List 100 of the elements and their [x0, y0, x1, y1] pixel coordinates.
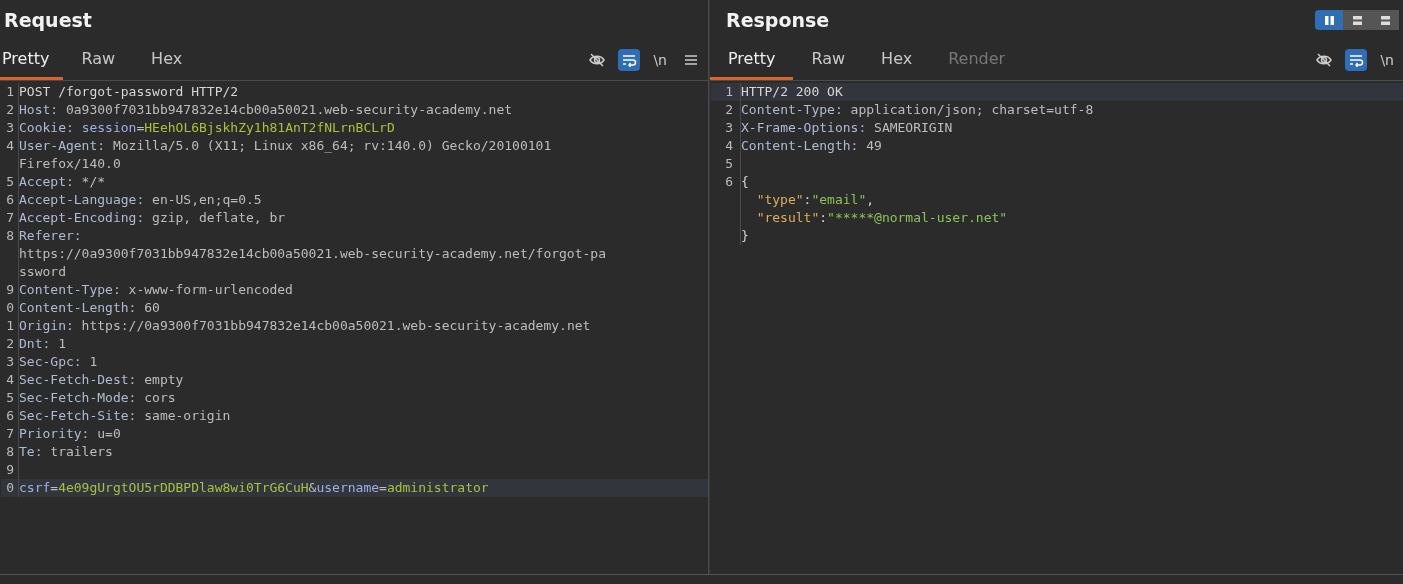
json-key: "type"	[756, 191, 804, 209]
line-number: 6	[6, 408, 14, 423]
panel-title: Response	[725, 9, 830, 31]
header-value: 1	[57, 335, 66, 353]
header-name: Accept:	[19, 173, 74, 191]
view-tab[interactable]: Pretty	[0, 40, 64, 80]
header-value: ssword	[19, 263, 66, 281]
line-number: 0	[6, 480, 14, 495]
wrap-icon[interactable]	[618, 49, 641, 71]
header-value: =	[50, 479, 59, 497]
view-tab[interactable]: Hex	[863, 40, 931, 80]
header-name: Te:	[19, 443, 43, 461]
header-value: x-www-form-urlencoded	[127, 281, 293, 299]
header-name: Sec-Gpc:	[19, 353, 82, 371]
header-name: Accept-Encoding:	[19, 209, 145, 227]
line-number: 4	[6, 138, 14, 153]
line-number: 9	[6, 462, 14, 477]
header-value: 0a9300f7031bb947832e14cb00a50021.web-security-academy.net	[64, 101, 513, 119]
header-name: Content-Length:	[741, 137, 859, 155]
line-number: 1	[725, 84, 733, 99]
header-value: application/json; charset=utf-8	[849, 101, 1094, 119]
line-number: 5	[725, 156, 733, 171]
line-number: 9	[6, 282, 14, 297]
header-value: Firefox/140.0	[19, 155, 121, 173]
code-text: HTTP/2 200 OK	[741, 83, 843, 101]
header-name: Sec-Fetch-Site:	[19, 407, 137, 425]
header-value: =	[136, 119, 145, 137]
header-name: Accept-Language:	[19, 191, 145, 209]
header-name: Origin:	[19, 317, 74, 335]
param-value: HEehOL6BjskhZy1h81AnT2fNLrnBCLrD	[144, 119, 395, 137]
line-number: 6	[725, 174, 733, 189]
code-text: POST /forgot-password HTTP/2	[19, 83, 239, 101]
json-string: "email"	[811, 191, 867, 209]
panel-title: Request	[3, 9, 92, 31]
header-name: User-Agent:	[19, 137, 106, 155]
header-name: Host:	[19, 101, 59, 119]
header-name: X-Frame-Options:	[741, 119, 867, 137]
view-tab[interactable]: Pretty	[710, 40, 794, 80]
param-value: 4e09gUrgtOU5rDDBPDlaw8wi0TrG6CuH	[58, 479, 309, 497]
header-value: https://0a9300f7031bb947832e14cb00a50021.web-security-academy.net/forgot-pa	[19, 245, 606, 263]
header-value: Mozilla/5.0 (X11; Linux x86_64; rv:140.0) Gecko/20100101	[111, 137, 552, 155]
rows-icon	[1379, 14, 1391, 26]
line-number: 7	[6, 426, 14, 441]
header-name: Cookie:	[19, 119, 75, 137]
line-number: 4	[725, 138, 733, 153]
line-number: 1	[6, 84, 14, 99]
header-value: same-origin	[143, 407, 231, 425]
json-key: "result"	[756, 209, 820, 227]
header-value: trailers	[49, 443, 113, 461]
header-value: &	[308, 479, 317, 497]
line-number: 5	[6, 174, 14, 189]
line-number: 2	[6, 102, 14, 117]
header-name: Content-Type:	[741, 101, 843, 119]
wrap-icon[interactable]	[1345, 49, 1368, 71]
line-number: 2	[6, 336, 14, 351]
view-tab[interactable]: Hex	[133, 40, 201, 80]
line-number: 3	[6, 120, 14, 135]
line-number: 8	[6, 444, 14, 459]
code-text: {	[741, 173, 749, 191]
param-name: csrf	[19, 479, 51, 497]
header-value: https://0a9300f7031bb947832e14cb00a50021.web-security-academy.net	[80, 317, 591, 335]
line-number: 0	[6, 300, 14, 315]
code-text: ,	[866, 191, 875, 209]
header-value: 60	[143, 299, 160, 317]
line-number: 8	[6, 228, 14, 243]
header-value: SAMEORIGIN	[873, 119, 953, 137]
header-value: gzip, deflate, br	[151, 209, 286, 227]
header-name: Referer:	[19, 227, 82, 245]
line-number: 4	[6, 372, 14, 387]
code-text: :	[803, 191, 812, 209]
line-number: 3	[725, 120, 733, 135]
header-name: Dnt:	[19, 335, 51, 353]
header-value: =	[379, 479, 387, 497]
param-value: administrator	[386, 479, 489, 497]
header-value: */*	[80, 173, 106, 191]
header-name: Content-Type:	[19, 281, 121, 299]
header-value: en-US,en;q=0.5	[151, 191, 262, 209]
header-name: Content-Length:	[19, 299, 137, 317]
param-name: session	[81, 119, 137, 137]
layout-toggle-button[interactable]	[1343, 10, 1371, 30]
header-name: Sec-Fetch-Dest:	[19, 371, 137, 389]
layout-toggle-button[interactable]	[1315, 10, 1343, 30]
layout-toggle-button[interactable]	[1371, 10, 1399, 30]
view-tab[interactable]: Raw	[793, 40, 864, 80]
line-number: 2	[725, 102, 733, 117]
rows-icon	[1351, 14, 1363, 26]
header-name: Sec-Fetch-Mode:	[19, 389, 137, 407]
header-name: Priority:	[19, 425, 90, 443]
line-number: 5	[6, 390, 14, 405]
line-number: 6	[6, 192, 14, 207]
header-value: 49	[865, 137, 882, 155]
view-tab[interactable]: Raw	[63, 40, 134, 80]
line-number: 3	[6, 354, 14, 369]
newline-toggle[interactable]: \n	[1377, 49, 1397, 71]
header-value: u=0	[96, 425, 121, 443]
newline-toggle[interactable]: \n	[650, 49, 670, 71]
line-number: 7	[6, 210, 14, 225]
columns-icon	[1323, 14, 1335, 26]
param-name: username	[316, 479, 380, 497]
code-text: }	[741, 227, 749, 245]
